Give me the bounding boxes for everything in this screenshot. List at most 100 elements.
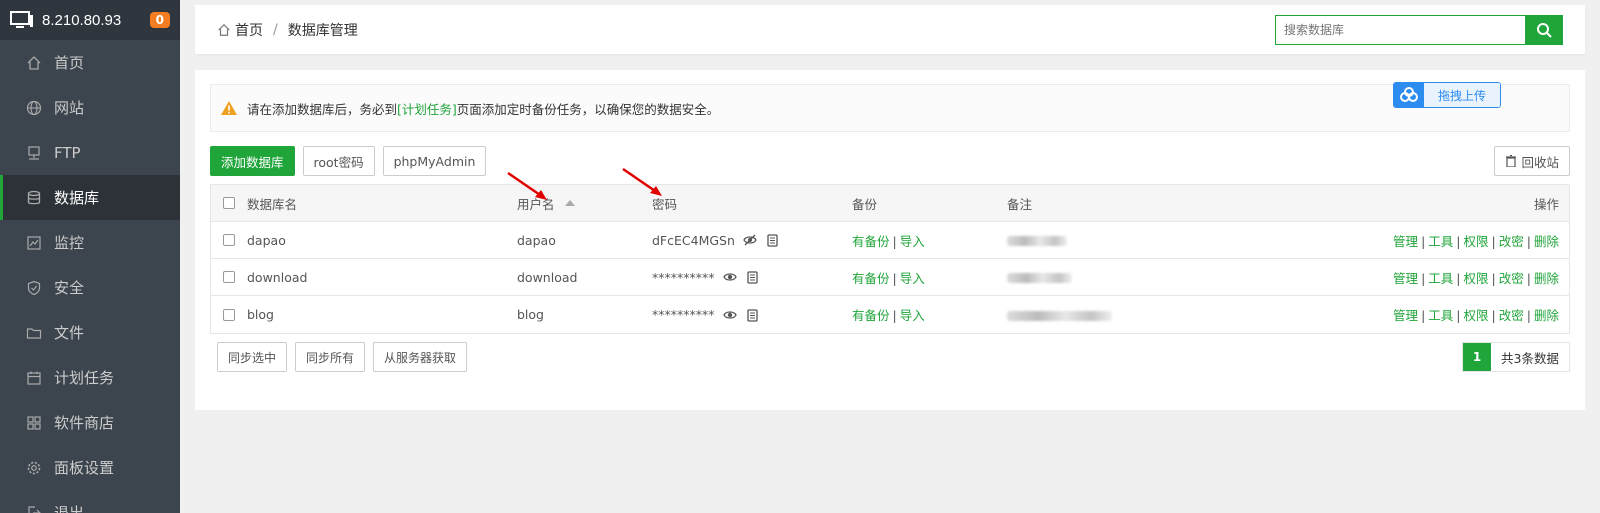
db-password-cell: ********** (652, 270, 852, 285)
blurred-note (1007, 273, 1072, 283)
row-checkbox[interactable] (223, 234, 235, 246)
notice-text-before: 请在添加数据库后，务必到 (247, 101, 398, 117)
logout-icon (26, 505, 42, 513)
sidebar-item-7[interactable]: 计划任务 (0, 355, 180, 400)
db-backup: 有备份 | 导入 (852, 268, 1007, 287)
cron-task-link[interactable]: [计划任务] (397, 99, 457, 118)
root-password-button[interactable]: root密码 (302, 146, 375, 176)
db-note[interactable] (1007, 233, 1207, 248)
backup-link[interactable]: 有备份 (852, 308, 890, 323)
header-user[interactable]: 用户名 (517, 194, 652, 213)
import-link[interactable]: 导入 (900, 308, 925, 323)
sync-selected-button[interactable]: 同步选中 (217, 342, 288, 372)
db-note[interactable] (1007, 270, 1207, 285)
ftp-icon (26, 145, 42, 161)
header-password: 密码 (652, 196, 678, 212)
home-icon (218, 23, 230, 36)
phpmyadmin-button[interactable]: phpMyAdmin (382, 146, 487, 176)
fetch-from-server-button[interactable]: 从服务器获取 (373, 342, 468, 372)
permissions-link[interactable]: 权限 (1464, 234, 1489, 249)
table-header: 数据库名 用户名 密码 备份 备注 操作 (211, 185, 1569, 222)
database-table: 数据库名 用户名 密码 备份 备注 操作 dapao dapao dFcEC4MGS… (210, 184, 1570, 334)
permissions-link[interactable]: 权限 (1464, 308, 1489, 323)
db-password-cell: dFcEC4MGSn (652, 233, 852, 248)
table-row: download download ********** 有备份 | 导入 管理 | 工具 | 权限… (211, 259, 1569, 296)
eye-icon[interactable] (722, 270, 737, 284)
sidebar-item-6[interactable]: 文件 (0, 310, 180, 355)
change-password-link[interactable]: 改密 (1499, 234, 1524, 249)
sort-asc-icon (564, 200, 575, 206)
import-link[interactable]: 导入 (900, 271, 925, 286)
breadcrumb: 首页 / 数据库管理 (217, 20, 358, 40)
header-note: 备注 (1007, 196, 1033, 212)
db-note[interactable] (1007, 307, 1207, 322)
manage-link[interactable]: 管理 (1393, 271, 1418, 286)
db-name: dapao (247, 232, 286, 248)
pipe-separator: | (1456, 308, 1461, 323)
table-row: blog blog ********** 有备份 | 导入 管理 | 工具 | 权限 | 改密 | 删除 (211, 296, 1569, 333)
manage-link[interactable]: 管理 (1393, 308, 1418, 323)
sidebar-item-0[interactable]: 首页 (0, 40, 180, 85)
permissions-link[interactable]: 权限 (1464, 271, 1489, 286)
sidebar-item-1[interactable]: 网站 (0, 85, 180, 130)
manage-link[interactable]: 管理 (1393, 234, 1418, 249)
db-backup: 有备份 | 导入 (852, 305, 1007, 324)
sidebar-item-3[interactable]: 数据库 (0, 175, 180, 220)
pipe-separator: | (1456, 233, 1461, 249)
db-backup: 有备份 | 导入 (852, 231, 1007, 250)
header-ops: 操作 (1533, 196, 1559, 212)
delete-link[interactable]: 删除 (1534, 234, 1559, 249)
db-password-cell: ********** (652, 307, 852, 322)
table-row: dapao dapao dFcEC4MGSn 有备份 | 导入 管理 | 工具 | 权限 | 改密 | 删除 (211, 222, 1569, 259)
change-password-link[interactable]: 改密 (1499, 271, 1524, 286)
warning-icon (221, 101, 237, 115)
search-box (1275, 14, 1563, 45)
sidebar-item-4[interactable]: 监控 (0, 220, 180, 265)
backup-link[interactable]: 有备份 (852, 271, 890, 286)
server-header: 8.210.80.93 0 (0, 0, 180, 40)
sidebar-item-8[interactable]: 软件商店 (0, 400, 180, 445)
breadcrumb-home[interactable]: 首页 (235, 20, 263, 40)
search-button[interactable] (1525, 14, 1563, 45)
table-footer: 同步选中 同步所有 从服务器获取 1 共3条数据 (217, 342, 1570, 372)
trash-icon (1506, 155, 1517, 167)
db-password: dFcEC4MGSn (652, 232, 735, 248)
eye-icon[interactable] (722, 308, 737, 322)
backup-link[interactable]: 有备份 (852, 234, 890, 249)
notification-badge[interactable]: 0 (149, 12, 170, 28)
copy-icon[interactable] (745, 308, 759, 322)
pipe-separator: | (1421, 308, 1426, 323)
delete-link[interactable]: 删除 (1534, 308, 1559, 323)
sync-all-button[interactable]: 同步所有 (295, 342, 366, 372)
tools-link[interactable]: 工具 (1428, 271, 1453, 286)
pipe-separator: | (1491, 233, 1496, 249)
sidebar-item-2[interactable]: FTP (0, 130, 180, 175)
sidebar-item-9[interactable]: 面板设置 (0, 445, 180, 490)
delete-link[interactable]: 删除 (1534, 271, 1559, 286)
eye-slash-icon[interactable] (743, 233, 757, 247)
import-link[interactable]: 导入 (900, 234, 925, 249)
header-name[interactable]: 数据库名 (247, 194, 517, 213)
sidebar-item-10[interactable]: 退出 (0, 490, 180, 513)
grid-apps-icon (26, 415, 42, 431)
search-input[interactable] (1275, 14, 1525, 45)
copy-icon[interactable] (765, 233, 779, 247)
row-checkbox[interactable] (223, 271, 235, 283)
sidebar-item-label: 网站 (54, 99, 85, 117)
page-current[interactable]: 1 (1463, 343, 1492, 371)
change-password-link[interactable]: 改密 (1499, 308, 1524, 323)
shield-icon (26, 280, 42, 296)
calendar-icon (26, 370, 42, 386)
recycle-bin-button[interactable]: 回收站 (1494, 146, 1570, 176)
row-checkbox[interactable] (223, 308, 235, 321)
pipe-separator: | (892, 233, 897, 249)
header-user-label: 用户名 (517, 196, 555, 212)
tools-link[interactable]: 工具 (1428, 234, 1453, 249)
copy-icon[interactable] (745, 270, 759, 284)
add-database-button[interactable]: 添加数据库 (210, 146, 295, 176)
sidebar-item-5[interactable]: 安全 (0, 265, 180, 310)
tools-link[interactable]: 工具 (1428, 308, 1453, 323)
select-all-checkbox[interactable] (223, 197, 235, 209)
search-icon (1537, 22, 1552, 38)
drag-upload-button[interactable]: 拖拽上传 (1392, 82, 1501, 108)
